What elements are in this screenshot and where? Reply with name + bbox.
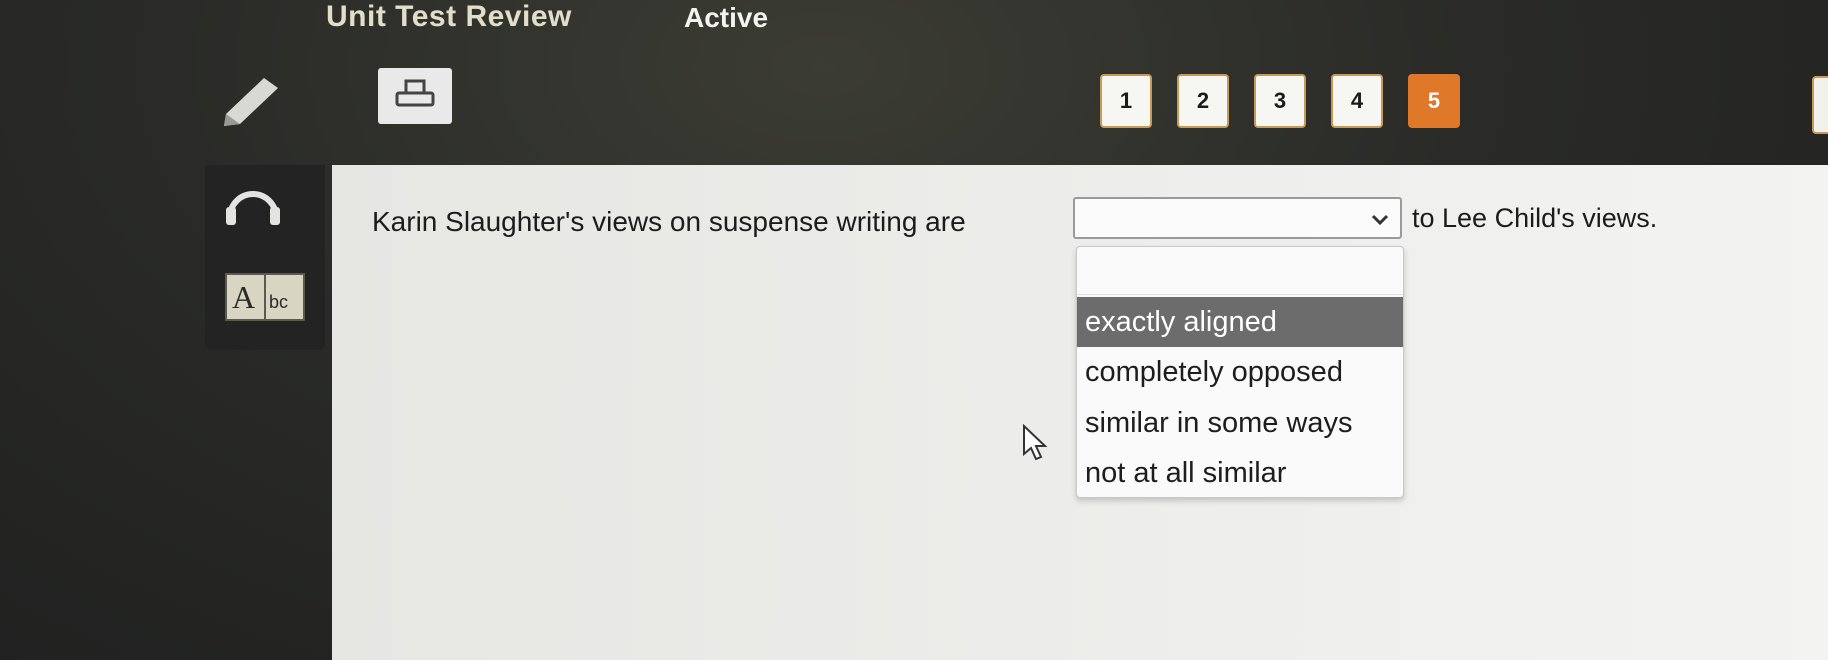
question-text-before: Karin Slaughter's views on suspense writ… bbox=[372, 206, 966, 237]
dictionary-icon[interactable]: A bc bbox=[224, 270, 308, 331]
app-title: Unit Test Review bbox=[326, 0, 572, 33]
dropdown-option-not-at-all-similar[interactable]: not at all similar bbox=[1077, 448, 1403, 497]
headphones-icon[interactable] bbox=[222, 177, 284, 232]
title-bar: Unit Test Review Active bbox=[0, 0, 1828, 40]
print-icon bbox=[394, 79, 436, 114]
question-navigation: 1 2 3 4 5 bbox=[1100, 74, 1460, 128]
question-1-button[interactable]: 1 bbox=[1100, 74, 1152, 128]
question-3-button[interactable]: 3 bbox=[1254, 74, 1306, 128]
dropdown-option-exactly-aligned[interactable]: exactly aligned bbox=[1077, 297, 1403, 347]
question-text-after: to Lee Child's views. bbox=[1412, 203, 1658, 233]
question-4-button[interactable]: 4 bbox=[1331, 74, 1383, 128]
dropdown-option-blank[interactable] bbox=[1077, 247, 1403, 295]
pencil-icon[interactable] bbox=[222, 74, 284, 131]
print-button[interactable] bbox=[378, 68, 452, 124]
dropdown-option-similar-in-some-ways[interactable]: similar in some ways bbox=[1077, 398, 1403, 448]
mouse-cursor-icon bbox=[1022, 423, 1048, 467]
question-5-button[interactable]: 5 bbox=[1408, 74, 1460, 128]
status-label: Active bbox=[684, 2, 769, 33]
answer-dropdown-list: exactly aligned completely opposed simil… bbox=[1076, 246, 1404, 498]
question-2-button[interactable]: 2 bbox=[1177, 74, 1229, 128]
dropdown-option-completely-opposed[interactable]: completely opposed bbox=[1077, 347, 1403, 397]
next-nav-button[interactable] bbox=[1812, 76, 1828, 134]
svg-text:bc: bc bbox=[269, 292, 288, 312]
chevron-down-icon bbox=[1370, 209, 1390, 234]
svg-text:A: A bbox=[232, 279, 255, 315]
answer-select[interactable] bbox=[1073, 197, 1402, 239]
screen: Unit Test Review Active 1 2 3 4 5 A bc K… bbox=[0, 0, 1828, 660]
